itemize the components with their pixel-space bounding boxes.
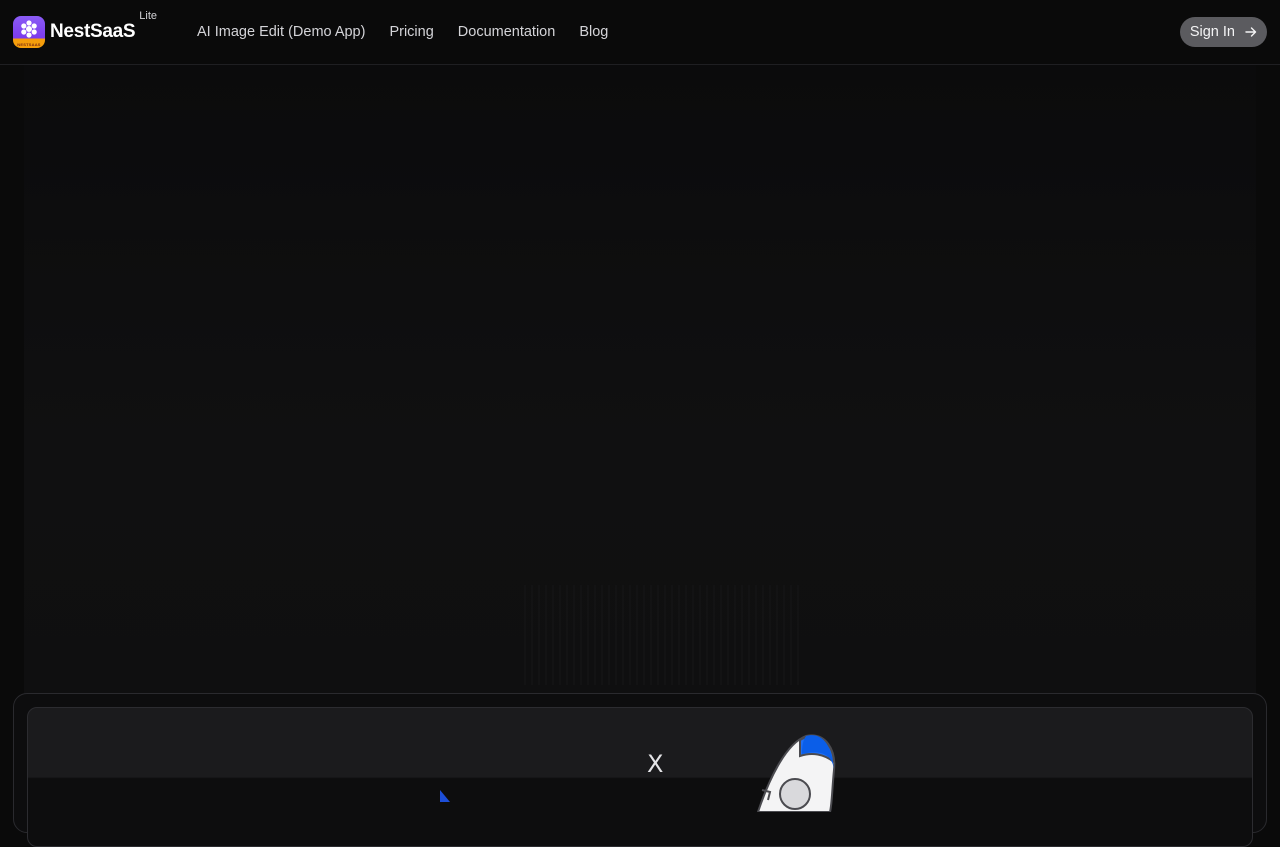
main-nav: AI Image Edit (Demo App) Pricing Documen… [197,24,632,40]
logo-icon: NESTSAAS [13,16,45,48]
brand[interactable]: NESTSAAS NestSaaS Lite [13,10,157,48]
nav-link-ai-image-edit[interactable]: AI Image Edit (Demo App) [197,24,365,40]
brand-tag: Lite [139,10,158,22]
hero-background-pattern [524,585,804,685]
arrow-right-icon [1245,27,1257,37]
demo-app-panel [27,707,1253,847]
hero-section [24,65,1256,705]
rocket-icon [756,734,836,812]
close-icon[interactable]: X [647,752,667,776]
brand-name: NestSaaS [50,21,136,42]
sign-in-button[interactable]: Sign In [1179,17,1267,47]
nav-link-pricing[interactable]: Pricing [389,24,433,40]
demo-app-frame [13,693,1267,847]
nav-link-blog[interactable]: Blog [579,24,608,40]
logo-strip-text: NESTSAAS [17,42,41,47]
sign-in-label: Sign In [1189,24,1235,40]
top-navbar: NESTSAAS NestSaaS Lite AI Image Edit (De… [0,0,1280,65]
nav-link-documentation[interactable]: Documentation [458,24,556,40]
